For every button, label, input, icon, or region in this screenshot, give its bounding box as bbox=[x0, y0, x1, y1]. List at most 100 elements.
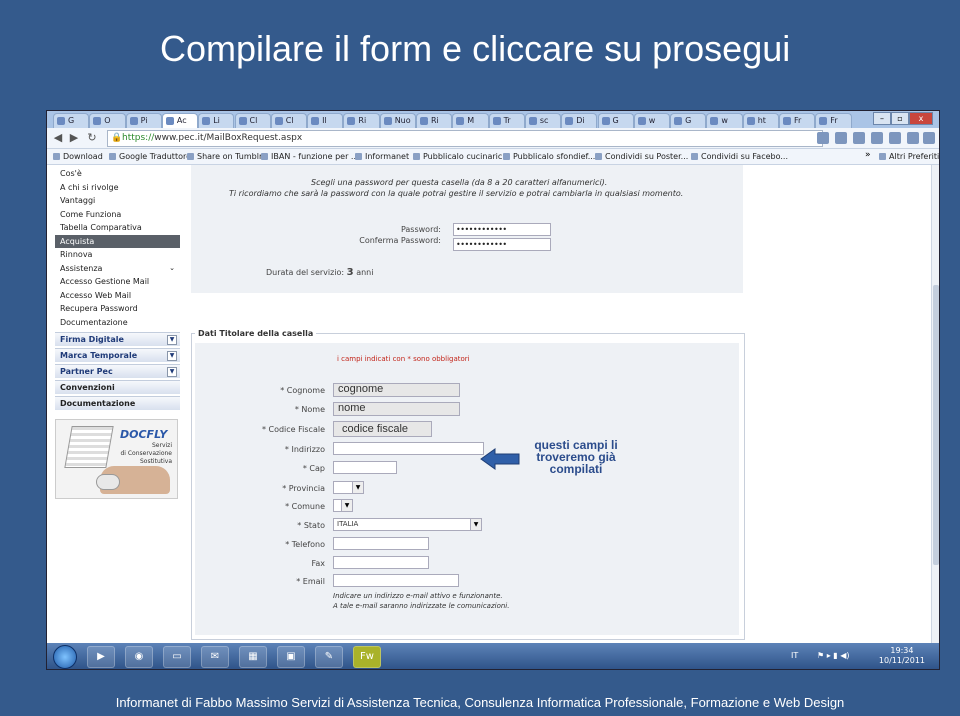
forward-icon[interactable]: ▶ bbox=[67, 131, 81, 145]
address-bar[interactable]: 🔒 https://www.pec.it/MailBoxRequest.aspx bbox=[107, 130, 823, 147]
sidebar-item-cose[interactable]: Cos'è bbox=[55, 167, 180, 180]
sidebar-section-firma-digitale[interactable]: Firma Digitale ▼ bbox=[55, 332, 180, 346]
tray-icons[interactable]: ⚑ ▸ ▮ ◀) bbox=[817, 651, 850, 660]
powerpoint-icon[interactable]: ▣ bbox=[277, 646, 305, 668]
bookmark-item[interactable]: Informanet bbox=[355, 151, 409, 162]
vertical-scrollbar[interactable] bbox=[931, 165, 939, 643]
browser-tab[interactable]: ht bbox=[742, 113, 779, 128]
browser-tab[interactable]: Il bbox=[307, 113, 344, 128]
extension-icon[interactable] bbox=[871, 132, 883, 144]
sidebar-item-documentazione[interactable]: Documentazione bbox=[55, 316, 180, 329]
close-button[interactable]: x bbox=[909, 112, 933, 125]
sidebar-section-convenzioni[interactable]: Convenzioni bbox=[55, 380, 180, 394]
language-indicator[interactable]: IT bbox=[791, 651, 798, 660]
browser-tab[interactable]: sc bbox=[524, 113, 562, 128]
sidebar-section-marca-temporale[interactable]: Marca Temporale ▼ bbox=[55, 348, 180, 362]
minimize-button[interactable]: – bbox=[873, 112, 891, 125]
browser-tab[interactable]: G bbox=[597, 113, 634, 128]
bookmark-item[interactable]: IBAN - funzione per ... bbox=[261, 151, 359, 162]
bookmark-item[interactable]: Condividi su Poster... bbox=[595, 151, 688, 162]
nome-label: * Nome bbox=[294, 405, 325, 414]
bookmark-item[interactable]: Condividi su Facebo... bbox=[691, 151, 788, 162]
browser-tab[interactable]: M bbox=[452, 113, 489, 128]
browser-tab[interactable]: w bbox=[633, 113, 671, 128]
browser-tab[interactable]: Tr bbox=[488, 113, 525, 128]
browser-tab[interactable]: Ri bbox=[343, 113, 380, 128]
codice-fiscale-field[interactable]: codice fiscale bbox=[333, 421, 432, 437]
comune-select[interactable]: ▼ bbox=[333, 499, 353, 512]
bookmark-item[interactable]: Download bbox=[53, 151, 103, 162]
bookmark-item[interactable]: Pubblicalo cucinaric... bbox=[413, 151, 510, 162]
explorer-icon[interactable]: ▭ bbox=[163, 646, 191, 668]
bookmark-item[interactable]: Share on Tumblr bbox=[187, 151, 262, 162]
sidebar-item-rinnova[interactable]: Rinnova bbox=[55, 248, 180, 261]
holder-form: i campi indicati con * sono obbligatori … bbox=[195, 343, 739, 635]
bookmark-item[interactable]: Google Traduttore bbox=[109, 151, 191, 162]
browser-tab[interactable]: Cl bbox=[234, 113, 271, 128]
docfly-banner[interactable]: DOCFLY Servizi di Conservazione Sostitut… bbox=[55, 419, 178, 499]
provincia-select[interactable]: ▼ bbox=[333, 481, 364, 494]
browser-tab[interactable]: Di bbox=[561, 113, 598, 128]
bookmark-item[interactable]: Pubblicalo sfondief... bbox=[503, 151, 595, 162]
browser-tab[interactable]: Pi bbox=[125, 113, 162, 128]
sidebar-item-vantaggi[interactable]: Vantaggi bbox=[55, 194, 180, 207]
sidebar-item-come-funziona[interactable]: Come Funziona bbox=[55, 208, 180, 221]
email-hint-line: Indicare un indirizzo e-mail attivo e fu… bbox=[333, 592, 503, 600]
nome-field[interactable]: nome bbox=[333, 402, 460, 416]
tab-bar: – ▫ x G O Pi Ac Li Cl Cl Il Ri Nuo Ri M Tr sc Di Gw Gw ht… bbox=[47, 111, 939, 128]
duration-value: 3 bbox=[346, 267, 354, 278]
stato-select[interactable]: ITALIA ▼ bbox=[333, 518, 482, 531]
telefono-field[interactable] bbox=[333, 537, 429, 550]
extension-icon[interactable] bbox=[817, 132, 829, 144]
sidebar-item-tabella-comparativa[interactable]: Tabella Comparativa bbox=[55, 221, 180, 234]
browser-tab[interactable]: G bbox=[670, 113, 707, 128]
menu-icon[interactable] bbox=[907, 132, 919, 144]
sidebar-item-recupera-password[interactable]: Recupera Password bbox=[55, 302, 180, 315]
sidebar-section-partner-pec[interactable]: Partner Pec ▼ bbox=[55, 364, 180, 378]
codice-fiscale-label: * Codice Fiscale bbox=[261, 425, 325, 434]
sidebar-item-accesso-gestione-mail[interactable]: Accesso Gestione Mail bbox=[55, 275, 180, 288]
browser-tab[interactable]: Fr bbox=[779, 113, 816, 128]
browser-tab[interactable]: w bbox=[706, 113, 743, 128]
password-field[interactable]: •••••••••••• bbox=[453, 223, 551, 236]
other-bookmarks[interactable]: Altri Preferiti bbox=[879, 151, 939, 162]
sidebar-section-documentazione[interactable]: Documentazione bbox=[55, 396, 180, 410]
sidebar-item-acquista[interactable]: Acquista bbox=[55, 234, 180, 248]
browser-tab[interactable]: Li bbox=[198, 113, 235, 128]
reload-icon[interactable]: ↻ bbox=[85, 131, 99, 145]
scrollbar-thumb[interactable] bbox=[933, 285, 939, 565]
clock[interactable]: 19:34 10/11/2011 bbox=[879, 646, 925, 666]
extension-icon[interactable] bbox=[889, 132, 901, 144]
media-player-icon[interactable]: ▶ bbox=[87, 646, 115, 668]
url-text: www.pec.it/MailBoxRequest.aspx bbox=[154, 133, 303, 143]
browser-tab[interactable]: Nuo bbox=[379, 113, 416, 128]
notes-icon[interactable]: ✎ bbox=[315, 646, 343, 668]
fireworks-icon[interactable]: Fw bbox=[353, 646, 381, 668]
confirm-password-field[interactable]: •••••••••••• bbox=[453, 238, 551, 251]
browser-tab[interactable]: Cl bbox=[270, 113, 308, 128]
sidebar-item-accesso-web-mail[interactable]: Accesso Web Mail bbox=[55, 289, 180, 302]
browser-tab[interactable]: Ri bbox=[416, 113, 453, 128]
sidebar-item-assistenza[interactable]: Assistenza ⌄ bbox=[55, 262, 180, 275]
browser-tab[interactable]: Ac bbox=[161, 113, 199, 128]
calendar-icon[interactable]: ▦ bbox=[239, 646, 267, 668]
wrench-icon[interactable] bbox=[923, 132, 935, 144]
more-bookmarks-button[interactable]: » bbox=[865, 150, 871, 160]
email-field[interactable] bbox=[333, 574, 459, 587]
start-button[interactable] bbox=[53, 645, 77, 669]
back-icon[interactable]: ◀ bbox=[51, 131, 65, 145]
maximize-button[interactable]: ▫ bbox=[891, 112, 909, 125]
cognome-field[interactable]: cognome bbox=[333, 383, 460, 397]
chrome-icon[interactable]: ◉ bbox=[125, 646, 153, 668]
browser-tab[interactable]: O bbox=[89, 113, 126, 128]
cap-field[interactable] bbox=[333, 461, 397, 474]
browser-tab[interactable]: G bbox=[53, 113, 90, 128]
notice-line: Scegli una password per questa casella (… bbox=[311, 178, 608, 187]
indirizzo-field[interactable] bbox=[333, 442, 484, 455]
extension-icon[interactable] bbox=[835, 132, 847, 144]
fax-field[interactable] bbox=[333, 556, 429, 569]
browser-tab[interactable]: Fr bbox=[815, 113, 852, 128]
mail-icon[interactable]: ✉ bbox=[201, 646, 229, 668]
sidebar-item-a-chi-si-rivolge[interactable]: A chi si rivolge bbox=[55, 181, 180, 194]
extension-icon[interactable] bbox=[853, 132, 865, 144]
